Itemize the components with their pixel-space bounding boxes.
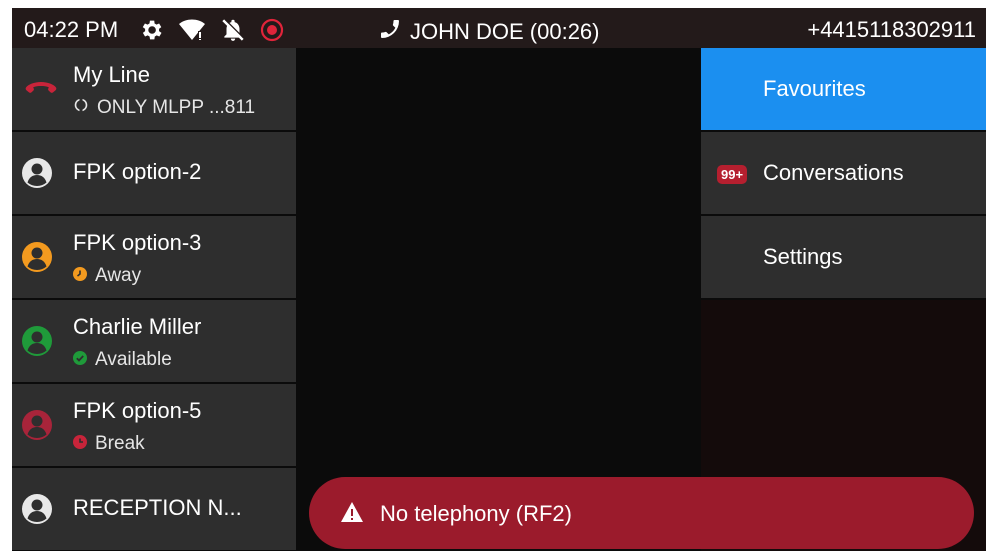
menu-favourites[interactable]: Favourites (701, 48, 986, 132)
presence-text: Away (95, 265, 142, 286)
unread-badge: 99+ (717, 165, 748, 184)
clock-status-icon (73, 265, 87, 287)
key-label: My Line (73, 62, 151, 87)
main-content-area (296, 48, 701, 551)
key-label: Charlie Miller (73, 314, 202, 339)
check-status-icon (73, 349, 87, 371)
phone-screen: 04:22 PM JOHN DOE (00:26) +4415118302911 (12, 8, 986, 551)
bell-muted-icon (220, 17, 246, 43)
status-icons (138, 17, 284, 43)
notification-banner[interactable]: No telephony (RF2) (309, 477, 974, 549)
menu-label: Conversations (763, 160, 904, 185)
loop-icon (73, 97, 89, 119)
avatar-icon (22, 494, 52, 524)
phone-icon (378, 17, 402, 47)
notification-text: No telephony (RF2) (380, 501, 572, 526)
line-key-my-line[interactable]: My Line ONLY MLPP ...811 (12, 48, 296, 132)
break-status-icon (73, 433, 87, 455)
key-sublabel: ONLY MLPP ...811 (73, 97, 255, 119)
warning-icon (341, 502, 363, 522)
function-key-list: My Line ONLY MLPP ...811 FPK option-2 FP… (12, 48, 296, 551)
key-sublabel-text: ONLY MLPP ...811 (97, 97, 256, 118)
presence-status: Away (73, 265, 141, 287)
key-label: RECEPTION N... (73, 495, 242, 520)
presence-text: Break (95, 433, 145, 454)
avatar-icon (22, 158, 52, 188)
handset-hangup-icon (25, 82, 57, 93)
fpk-reception[interactable]: RECEPTION N... (12, 468, 296, 551)
own-number: +4415118302911 (807, 17, 976, 42)
menu-label: Favourites (763, 76, 866, 101)
key-label: FPK option-2 (73, 159, 202, 184)
status-bar: 04:22 PM JOHN DOE (00:26) +4415118302911 (12, 8, 986, 48)
key-label: FPK option-3 (73, 230, 202, 255)
active-call-indicator[interactable]: JOHN DOE (00:26) (378, 17, 600, 47)
avatar-icon (22, 326, 52, 356)
presence-status: Available (73, 349, 172, 371)
fpk-option-3[interactable]: FPK option-3 Away (12, 216, 296, 300)
fpk-option-5[interactable]: FPK option-5 Break (12, 384, 296, 468)
menu-settings[interactable]: Settings (701, 216, 986, 300)
avatar-icon (22, 410, 52, 440)
fpk-charlie-miller[interactable]: Charlie Miller Available (12, 300, 296, 384)
wifi-icon (178, 18, 206, 42)
avatar-icon (22, 242, 52, 272)
presence-status: Break (73, 433, 145, 455)
key-label: FPK option-5 (73, 398, 202, 423)
clock: 04:22 PM (24, 17, 119, 42)
record-icon (260, 18, 284, 42)
presence-text: Available (95, 349, 172, 370)
gear-icon (138, 17, 164, 43)
call-label: JOHN DOE (00:26) (410, 19, 600, 44)
app-navigation-menu: Favourites 99+ Conversations Settings (701, 48, 986, 551)
menu-conversations[interactable]: 99+ Conversations (701, 132, 986, 216)
fpk-option-2[interactable]: FPK option-2 (12, 132, 296, 216)
menu-label: Settings (763, 244, 843, 269)
